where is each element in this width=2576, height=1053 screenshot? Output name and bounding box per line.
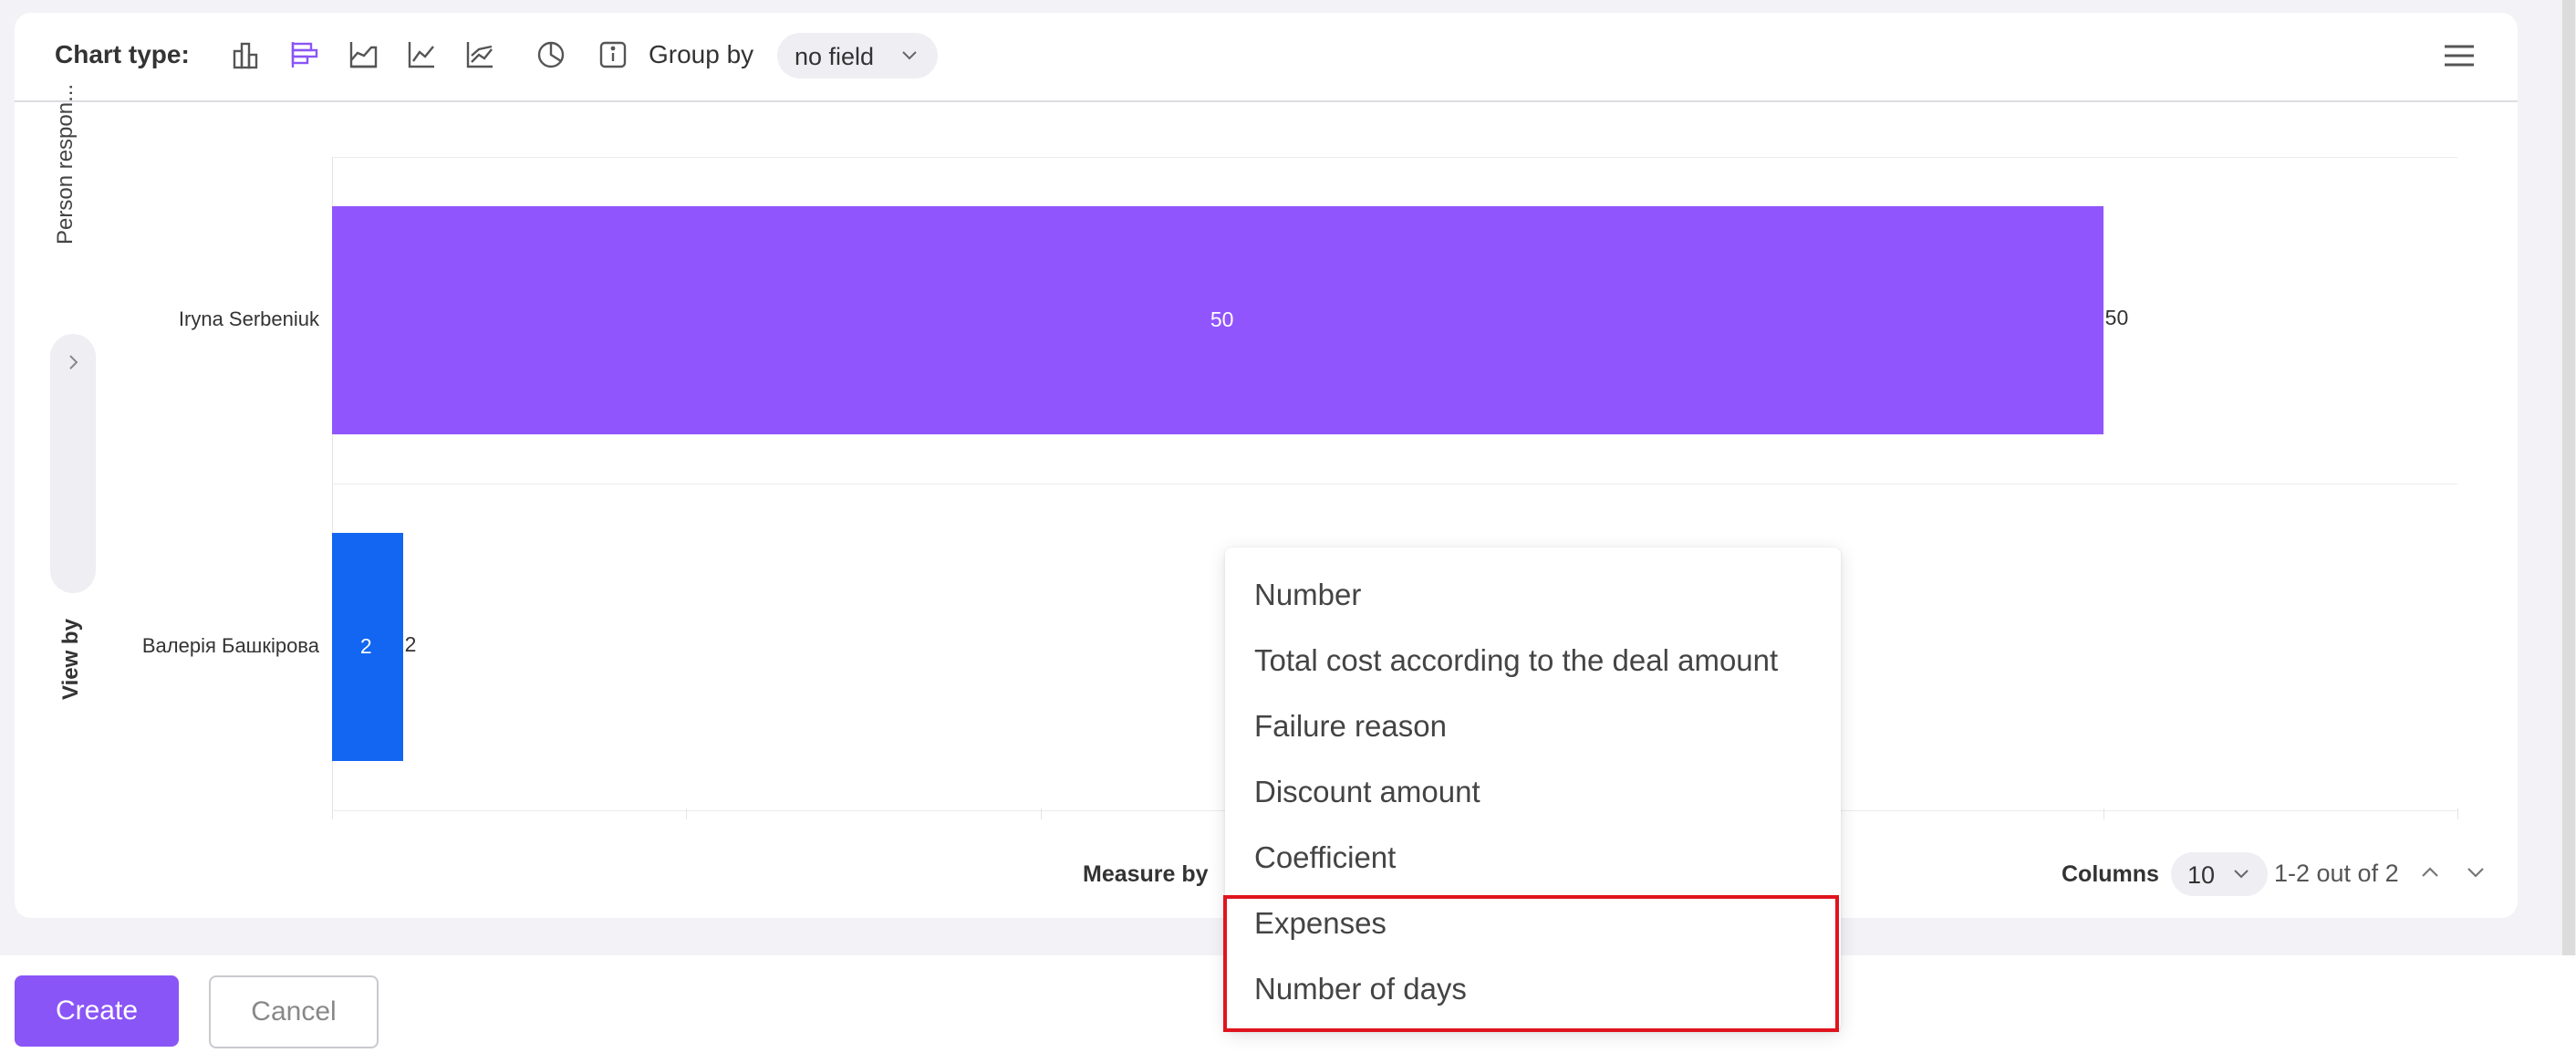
measure-option-coefficient[interactable]: Coefficient xyxy=(1254,840,1396,875)
cancel-button[interactable]: Cancel xyxy=(209,975,379,1048)
measure-option-total-cost[interactable]: Total cost according to the deal amount xyxy=(1254,643,1778,678)
x-axis-tick xyxy=(2103,808,2104,819)
view-by-field-select[interactable] xyxy=(50,334,96,593)
measure-by-dropdown: Number Total cost according to the deal … xyxy=(1225,547,1841,1031)
gridline-horizontal xyxy=(332,157,2457,158)
x-axis-tick xyxy=(1041,808,1042,819)
page-up-icon[interactable] xyxy=(2417,860,2443,885)
measure-option-number[interactable]: Number xyxy=(1254,578,1361,612)
create-button[interactable]: Create xyxy=(15,975,179,1047)
bar-value-label: 2 xyxy=(404,632,417,656)
columns-label: Columns xyxy=(2062,861,2159,887)
page-down-icon[interactable] xyxy=(2463,860,2488,885)
group-by-select[interactable]: no field xyxy=(777,33,938,78)
view-by-label: View by xyxy=(58,619,83,700)
group-by-label: Group by xyxy=(649,40,754,68)
measure-option-expenses[interactable]: Expenses xyxy=(1254,906,1387,941)
pie-chart-icon[interactable] xyxy=(535,38,567,71)
bar-value-label: 50 xyxy=(2104,306,2129,329)
category-label: Валерія Башкірова xyxy=(141,634,319,657)
page-scrollbar[interactable] xyxy=(2561,0,2576,955)
area-chart-icon[interactable] xyxy=(347,38,379,71)
info-icon[interactable] xyxy=(597,38,629,71)
chevron-down-icon xyxy=(902,51,917,60)
measure-by-label: Measure by xyxy=(1083,861,1209,887)
hamburger-menu-icon[interactable] xyxy=(2443,42,2476,69)
pagination-text: 1-2 out of 2 xyxy=(2274,860,2399,887)
bar-chart-icon[interactable] xyxy=(230,38,263,71)
page-scrollbar-thumb[interactable] xyxy=(2562,0,2575,955)
measure-option-failure-reason[interactable]: Failure reason xyxy=(1254,709,1447,744)
line-chart-icon[interactable] xyxy=(405,38,438,71)
chevron-right-icon xyxy=(69,355,78,370)
measure-option-number-of-days[interactable]: Number of days xyxy=(1254,972,1467,1006)
x-axis-tick xyxy=(686,808,687,819)
group-by-value: no field xyxy=(795,43,875,70)
chart-toolbar: Chart type: Group by no field xyxy=(15,13,2518,102)
bar-value-label-inside: 2 xyxy=(359,634,372,658)
measure-option-discount-amount[interactable]: Discount amount xyxy=(1254,775,1480,809)
x-axis-tick xyxy=(2457,808,2458,819)
columns-select[interactable]: 10 xyxy=(2171,852,2268,896)
multi-line-chart-icon[interactable] xyxy=(463,38,496,71)
category-label: Iryna Serbeniuk xyxy=(178,308,319,330)
chevron-down-icon xyxy=(2234,870,2249,879)
gridline-horizontal xyxy=(332,484,2457,485)
columns-value: 10 xyxy=(2187,861,2216,889)
bar-value-label-inside: 50 xyxy=(1210,308,1234,331)
chart-type-label: Chart type: xyxy=(55,40,190,68)
horizontal-bar-chart-icon[interactable] xyxy=(288,38,321,71)
